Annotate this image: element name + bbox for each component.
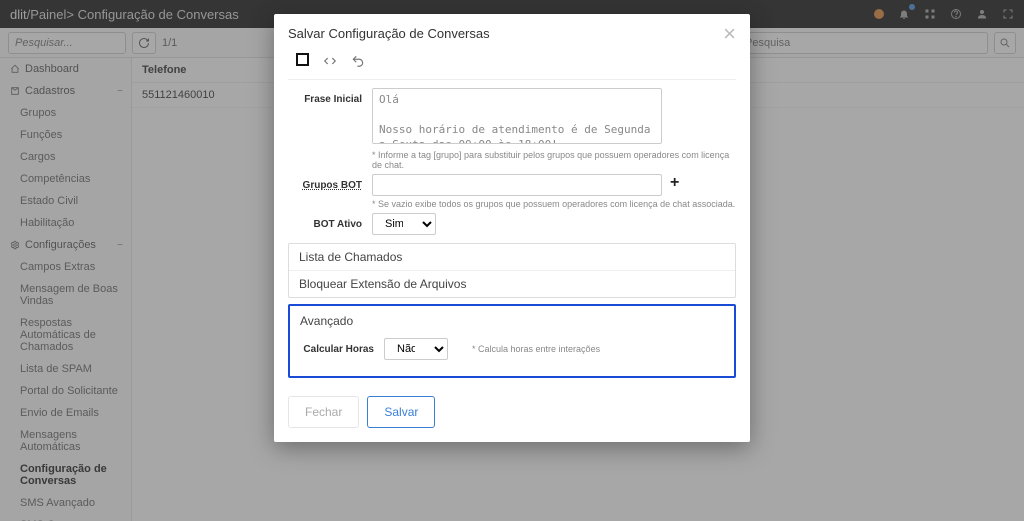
frase-inicial-label: Frase Inicial bbox=[288, 88, 362, 105]
bot-ativo-select[interactable]: Sim bbox=[372, 213, 436, 235]
grupos-bot-hint: * Se vazio exibe todos os grupos que pos… bbox=[372, 199, 736, 209]
modal: Salvar Configuração de Conversas × Frase… bbox=[274, 14, 750, 442]
close-icon[interactable]: × bbox=[723, 27, 736, 41]
calcular-horas-select[interactable]: Não bbox=[384, 338, 448, 360]
calcular-horas-label: Calcular Horas bbox=[300, 344, 374, 355]
frase-inicial-hint: * Informe a tag [grupo] para substituir … bbox=[372, 150, 736, 170]
accordion-bloquear-ext[interactable]: Bloquear Extensão de Arquivos bbox=[289, 271, 735, 297]
add-grupo-button[interactable]: + bbox=[670, 174, 679, 192]
view-mode-icon[interactable] bbox=[296, 53, 309, 69]
fechar-button[interactable]: Fechar bbox=[288, 396, 359, 428]
salvar-button[interactable]: Salvar bbox=[367, 396, 435, 428]
undo-icon[interactable] bbox=[351, 54, 365, 68]
bot-ativo-label: BOT Ativo bbox=[288, 213, 362, 230]
calcular-horas-hint: * Calcula horas entre interações bbox=[472, 344, 600, 354]
advanced-title[interactable]: Avançado bbox=[300, 314, 724, 328]
code-mode-icon[interactable] bbox=[323, 54, 337, 68]
frase-inicial-textarea[interactable] bbox=[372, 88, 662, 144]
grupos-bot-label: Grupos BOT bbox=[288, 174, 362, 191]
advanced-panel: Avançado Calcular Horas Não * Calcula ho… bbox=[288, 304, 736, 378]
modal-overlay: Salvar Configuração de Conversas × Frase… bbox=[0, 0, 1024, 521]
grupos-bot-input[interactable] bbox=[372, 174, 662, 196]
accordion-lista-chamados[interactable]: Lista de Chamados bbox=[289, 244, 735, 271]
modal-title: Salvar Configuração de Conversas bbox=[288, 26, 490, 41]
